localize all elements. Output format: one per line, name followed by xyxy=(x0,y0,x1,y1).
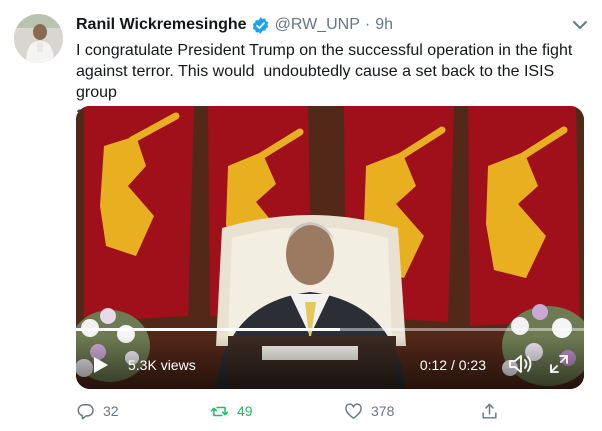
flag-1 xyxy=(84,106,194,322)
video-player[interactable]: 5.3K views 0:12 / 0:23 xyxy=(76,106,584,389)
fullscreen-icon[interactable] xyxy=(548,353,570,375)
retweet-button[interactable]: 49 xyxy=(210,398,253,424)
tweet-timestamp[interactable]: 9h xyxy=(375,16,393,34)
video-time: 0:12 / 0:23 xyxy=(419,357,486,373)
flag-4 xyxy=(468,106,580,326)
video-progress-fill xyxy=(76,328,341,331)
share-button[interactable] xyxy=(480,398,507,424)
volume-icon[interactable] xyxy=(508,353,534,375)
author-handle[interactable]: @RW_UNP xyxy=(275,16,360,34)
header-separator: · xyxy=(364,16,371,33)
like-count: 378 xyxy=(371,403,395,419)
author-name[interactable]: Ranil Wickremesinghe xyxy=(76,16,247,34)
retweet-count: 49 xyxy=(237,403,253,419)
video-view-count: 5.3K views xyxy=(128,357,196,373)
tweet-actions: 32 49 378 xyxy=(76,398,586,424)
tweet[interactable]: Ranil Wickremesinghe @RW_UNP · 9h I cong… xyxy=(0,0,602,431)
reply-button[interactable]: 32 xyxy=(76,398,119,424)
reply-icon xyxy=(77,403,94,419)
verified-badge-icon xyxy=(252,16,268,34)
avatar-image xyxy=(14,14,63,63)
like-button[interactable]: 378 xyxy=(344,398,394,424)
avatar[interactable] xyxy=(14,14,63,63)
video-progress-track[interactable] xyxy=(76,328,584,331)
heart-icon xyxy=(345,402,362,419)
chevron-down-icon[interactable] xyxy=(572,18,588,32)
play-icon[interactable] xyxy=(90,355,110,375)
reply-count: 32 xyxy=(103,403,119,419)
share-icon xyxy=(482,403,497,419)
retweet-icon xyxy=(210,406,229,416)
tweet-header: Ranil Wickremesinghe @RW_UNP · 9h xyxy=(76,14,393,36)
video-controls: 5.3K views 0:12 / 0:23 xyxy=(76,337,584,389)
